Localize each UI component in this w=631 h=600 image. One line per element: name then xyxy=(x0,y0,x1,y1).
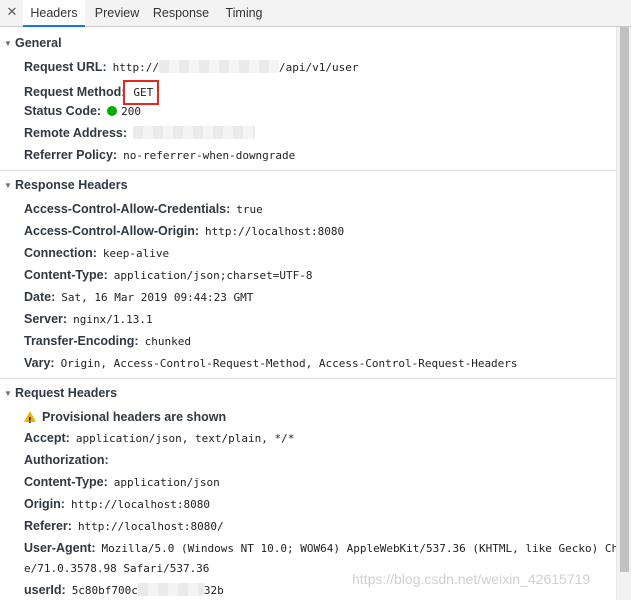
user-agent-continuation: e/71.0.3578.98 Safari/537.36 xyxy=(24,559,209,577)
status-ok-icon xyxy=(107,106,118,116)
header-key: Accept: xyxy=(24,431,70,445)
tab-timing[interactable]: Timing xyxy=(219,0,269,26)
general-status-code-row: Status Code: 200 xyxy=(24,102,141,120)
request-url-suffix: /api/v1/user xyxy=(279,61,359,74)
redacted-userid xyxy=(137,583,204,596)
response-header-row: Access-Control-Allow-Credentials: true xyxy=(24,200,263,218)
expanded-triangle-icon: ▼ xyxy=(4,389,12,398)
request-header-row: userId: 5c80bf700c 32b xyxy=(24,581,224,599)
section-response-headers-title: Response Headers xyxy=(15,178,128,192)
section-request-headers-toggle[interactable]: ▼ Request Headers xyxy=(4,383,117,403)
header-value: http://localhost:8080/ xyxy=(77,520,224,533)
status-code-key: Status Code: xyxy=(24,104,102,118)
header-value: keep-alive xyxy=(102,247,170,260)
header-key: Access-Control-Allow-Origin: xyxy=(24,224,200,238)
redacted-remote-address xyxy=(133,126,256,139)
scrollbar-thumb[interactable] xyxy=(620,27,629,572)
tab-headers[interactable]: Headers xyxy=(23,0,85,27)
request-header-row: Accept: application/json, text/plain, */* xyxy=(24,429,294,447)
close-icon[interactable]: ✕ xyxy=(5,5,19,21)
header-key: Vary: xyxy=(24,356,55,370)
expanded-triangle-icon: ▼ xyxy=(4,39,12,48)
header-key: Transfer-Encoding: xyxy=(24,334,139,348)
response-header-row: Vary: Origin, Access-Control-Request-Meth… xyxy=(24,354,518,372)
status-code-value: 200 xyxy=(121,105,141,118)
response-header-row: Server: nginx/1.13.1 xyxy=(24,310,153,328)
referrer-policy-key: Referrer Policy: xyxy=(24,148,118,162)
expanded-triangle-icon: ▼ xyxy=(4,181,12,190)
header-key: Referer: xyxy=(24,519,72,533)
request-header-row: Content-Type: application/json xyxy=(24,473,220,491)
tab-bar: ✕ Headers Preview Response Timing xyxy=(0,0,631,27)
header-value: chunked xyxy=(144,335,191,348)
general-remote-address-row: Remote Address: xyxy=(24,124,256,142)
response-header-row: Access-Control-Allow-Origin: http://local… xyxy=(24,222,344,240)
header-key: Server: xyxy=(24,312,68,326)
referrer-policy-value: no-referrer-when-downgrade xyxy=(123,149,296,162)
request-header-row: Origin: http://localhost:8080 xyxy=(24,495,210,513)
vertical-scrollbar[interactable] xyxy=(616,27,631,600)
request-method-value: GET xyxy=(133,86,154,99)
section-divider xyxy=(0,378,616,379)
redacted-host xyxy=(159,60,280,73)
header-value: Origin, Access-Control-Request-Method, A… xyxy=(60,357,518,370)
header-key: Origin: xyxy=(24,497,65,511)
response-header-row: Date: Sat, 16 Mar 2019 09:44:23 GMT xyxy=(24,288,253,306)
provisional-warning-row: Provisional headers are shown xyxy=(24,408,227,430)
header-key: Content-Type: xyxy=(24,475,108,489)
response-header-row: Content-Type: application/json;charset=UT… xyxy=(24,266,312,284)
header-key: Date: xyxy=(24,290,56,304)
response-header-row: Transfer-Encoding: chunked xyxy=(24,332,191,350)
general-request-url-row: Request URL: http:// /api/v1/user xyxy=(24,58,359,76)
header-value-continuation: e/71.0.3578.98 Safari/537.36 xyxy=(24,562,210,575)
header-key: User-Agent: xyxy=(24,541,96,555)
general-request-method-row: Request Method: GET xyxy=(24,80,160,105)
request-url-prefix: http:// xyxy=(112,61,160,74)
network-headers-panel: ✕ Headers Preview Response Timing ▼ Gener… xyxy=(0,0,631,600)
header-key: Access-Control-Allow-Credentials: xyxy=(24,202,231,216)
remote-address-key: Remote Address: xyxy=(24,126,128,140)
header-value: http://localhost:8080 xyxy=(70,498,211,511)
userid-suffix: 32b xyxy=(203,584,224,597)
watermark: https://blog.csdn.net/weixin_42615719 xyxy=(352,571,591,587)
section-general-toggle[interactable]: ▼ General xyxy=(4,33,62,53)
header-value: application/json;charset=UTF-8 xyxy=(113,269,313,282)
request-header-row: User-Agent: Mozilla/5.0 (Windows NT 10.0;… xyxy=(24,539,616,557)
request-header-row: Authorization: xyxy=(24,451,115,469)
header-value: true xyxy=(236,203,263,216)
header-value: http://localhost:8080 xyxy=(205,225,345,238)
userid-prefix: 5c80bf700c xyxy=(71,584,138,597)
response-header-row: Connection: keep-alive xyxy=(24,244,169,262)
section-response-headers-toggle[interactable]: ▼ Response Headers xyxy=(4,175,128,195)
header-key: Connection: xyxy=(24,246,97,260)
header-value: Mozilla/5.0 (Windows NT 10.0; WOW64) App… xyxy=(101,542,616,555)
general-referrer-policy-row: Referrer Policy: no-referrer-when-downgra… xyxy=(24,146,295,164)
provisional-warning-text: Provisional headers are shown xyxy=(42,410,227,424)
header-key: userId: xyxy=(24,583,66,597)
section-divider xyxy=(0,170,616,171)
section-request-headers-title: Request Headers xyxy=(15,386,118,400)
header-value: application/json xyxy=(113,476,220,489)
header-value: application/json, text/plain, */* xyxy=(75,432,295,445)
header-key: Content-Type: xyxy=(24,268,108,282)
tab-preview[interactable]: Preview xyxy=(89,0,145,26)
request-header-row: Referer: http://localhost:8080/ xyxy=(24,517,224,535)
section-general-title: General xyxy=(15,36,62,50)
warning-icon xyxy=(24,411,36,430)
header-value: nginx/1.13.1 xyxy=(73,313,153,326)
header-key: Authorization: xyxy=(24,453,109,467)
tab-response[interactable]: Response xyxy=(149,0,213,26)
header-value: Sat, 16 Mar 2019 09:44:23 GMT xyxy=(61,291,254,304)
request-method-key: Request Method: xyxy=(24,85,126,99)
request-url-key: Request URL: xyxy=(24,60,107,74)
